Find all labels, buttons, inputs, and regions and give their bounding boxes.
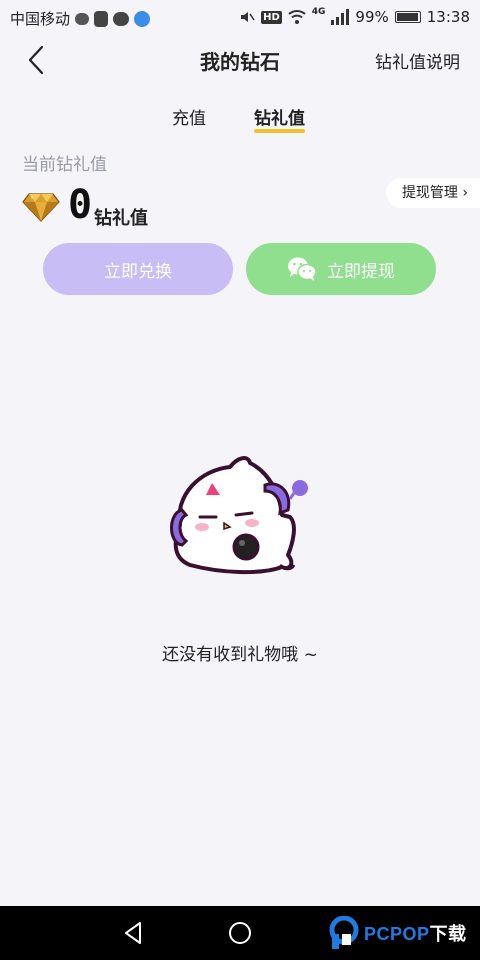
status-right: HD 4G 99% 13:38 [239, 7, 470, 26]
active-tab-underline [254, 129, 305, 133]
wechat-icon [288, 257, 317, 281]
app-header: 我的钻石 钻礼值说明 [0, 34, 480, 86]
pcpop-logo-icon [329, 916, 359, 949]
tab-bar: 充值 钻礼值 [0, 104, 480, 134]
watermark-brand: PCPOP [364, 924, 430, 944]
empty-state-message: 还没有收到礼物哦 ~ [162, 645, 318, 665]
clock: 13:38 [426, 8, 470, 26]
exchange-button-label: 立即兑换 [104, 261, 172, 282]
cloud-notification-icon [134, 10, 151, 27]
tab-label: 钻礼值 [254, 109, 305, 129]
explain-link[interactable]: 钻礼值说明 [375, 48, 460, 73]
watermark-text: PCPOP下载 [364, 920, 467, 946]
watermark-suffix: 下载 [429, 924, 467, 944]
nav-back-icon[interactable] [118, 917, 150, 949]
balance-unit: 钻礼值 [94, 208, 148, 229]
message-notification-icon [113, 11, 130, 26]
tab-recharge[interactable]: 充值 [172, 104, 206, 129]
wechat-notification-icon [75, 12, 90, 25]
status-left: 中国移动 [10, 8, 151, 29]
watermark: PCPOP下载 [328, 914, 467, 952]
withdraw-button-label: 立即提现 [327, 261, 395, 282]
navigation-bar: PCPOP下载 [0, 906, 480, 960]
network-type: 4G [311, 7, 326, 17]
withdraw-button[interactable]: 立即提现 [246, 243, 436, 295]
signal-icon [331, 9, 350, 25]
nav-home-icon[interactable] [224, 917, 256, 949]
carrier-name: 中国移动 [10, 10, 71, 28]
balance-label: 当前钻礼值 [22, 155, 107, 175]
mute-icon [241, 12, 255, 22]
tab-label: 充值 [172, 109, 206, 129]
diamond-icon [22, 193, 60, 222]
tab-gift-value[interactable]: 钻礼值 [254, 104, 305, 133]
balance-value: 0 [68, 182, 93, 228]
withdraw-management-link[interactable]: 提现管理 › [385, 178, 480, 208]
app-notification-icon [94, 10, 109, 27]
mascot-illustration [170, 456, 308, 575]
exchange-button[interactable]: 立即兑换 [43, 243, 233, 295]
hd-badge: HD [261, 10, 282, 24]
wifi-icon [288, 10, 306, 24]
status-bar: 中国移动 HD 4G 99% 13:38 [0, 0, 480, 34]
battery-percent: 99% [355, 8, 389, 26]
battery-icon [394, 11, 421, 23]
